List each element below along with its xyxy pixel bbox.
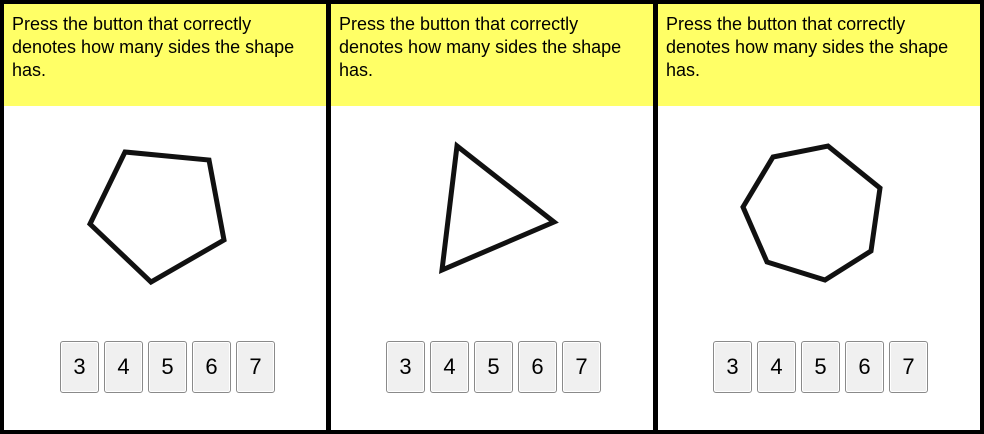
pentagon-outline — [86, 149, 227, 286]
answer-button-6[interactable]: 6 — [518, 341, 557, 393]
question-prompt: Press the button that correctly denotes … — [331, 4, 653, 106]
triangle-shape — [438, 141, 559, 275]
answer-buttons: 3 4 5 6 7 — [4, 341, 326, 393]
answer-button-4[interactable]: 4 — [430, 341, 469, 393]
answer-button-3[interactable]: 3 — [386, 341, 425, 393]
answer-button-7[interactable]: 7 — [889, 341, 928, 393]
pentagon-shape — [86, 149, 227, 286]
quiz-panel-1: Press the button that correctly denotes … — [4, 4, 326, 430]
answer-button-5[interactable]: 5 — [474, 341, 513, 393]
question-prompt: Press the button that correctly denotes … — [4, 4, 326, 106]
quiz-row: Press the button that correctly denotes … — [0, 0, 984, 434]
answer-buttons: 3 4 5 6 7 — [331, 341, 653, 393]
answer-button-4[interactable]: 4 — [104, 341, 143, 393]
heptagon-shape — [740, 143, 883, 283]
answer-button-7[interactable]: 7 — [562, 341, 601, 393]
answer-button-5[interactable]: 5 — [148, 341, 187, 393]
answer-button-6[interactable]: 6 — [192, 341, 231, 393]
triangle-outline — [438, 141, 559, 275]
answer-button-3[interactable]: 3 — [60, 341, 99, 393]
quiz-panel-3: Press the button that correctly denotes … — [658, 4, 980, 430]
answer-button-5[interactable]: 5 — [801, 341, 840, 393]
answer-button-7[interactable]: 7 — [236, 341, 275, 393]
answer-button-4[interactable]: 4 — [757, 341, 796, 393]
heptagon-outline — [740, 143, 883, 283]
quiz-panel-2: Press the button that correctly denotes … — [331, 4, 653, 430]
answer-button-3[interactable]: 3 — [713, 341, 752, 393]
answer-button-6[interactable]: 6 — [845, 341, 884, 393]
question-prompt: Press the button that correctly denotes … — [658, 4, 980, 106]
answer-buttons: 3 4 5 6 7 — [658, 341, 980, 393]
